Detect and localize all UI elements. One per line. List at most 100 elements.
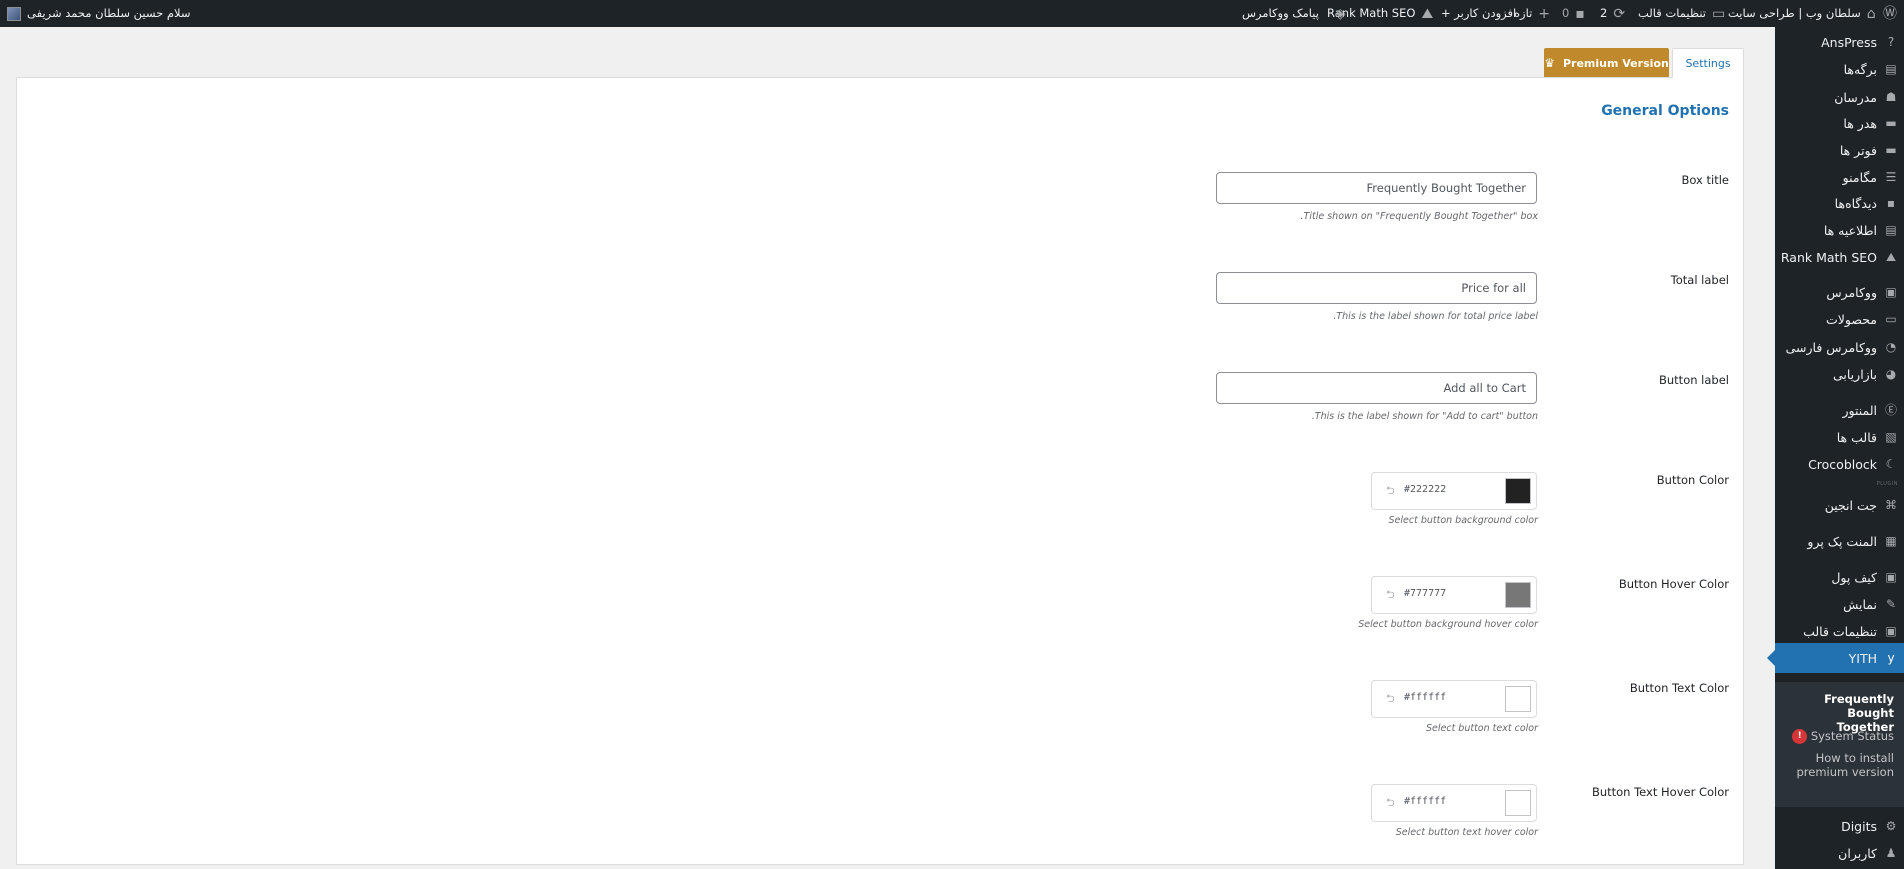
button-hover-color-hex: #777777 bbox=[1404, 588, 1447, 599]
sidebar-item-label: محصولات bbox=[1826, 311, 1877, 327]
sidebar-item-label: YITH bbox=[1848, 650, 1877, 666]
sidebar-item-elementor[interactable]: Ⓔ المنتور bbox=[1775, 398, 1904, 422]
button-text-hover-color-swatch[interactable] bbox=[1505, 790, 1531, 816]
button-label-label: Button label bbox=[1659, 373, 1729, 387]
tab-settings[interactable]: Settings bbox=[1672, 48, 1744, 78]
comments-link[interactable]: 0 ▪ bbox=[1562, 0, 1585, 27]
submenu-how-to-install[interactable]: How to install premium version bbox=[1794, 751, 1894, 779]
appearance-icon: ✎ bbox=[1885, 597, 1897, 611]
rankmath-icon: ⛰ bbox=[1421, 5, 1434, 22]
sidebar-item-label: دیدگاه‌ها bbox=[1834, 195, 1877, 211]
sidebar-item-wallet[interactable]: ▣ کیف پول bbox=[1775, 565, 1904, 589]
reset-icon[interactable]: ⮌ bbox=[1386, 482, 1395, 501]
button-text-color-description: Select button text color bbox=[1425, 723, 1538, 734]
reset-icon[interactable]: ⮌ bbox=[1386, 690, 1395, 709]
button-color-hex: #222222 bbox=[1404, 484, 1447, 495]
sidebar-item-digits[interactable]: ⚙ Digits bbox=[1775, 814, 1904, 838]
products-icon: ▭ bbox=[1885, 312, 1897, 326]
sidebar-item-label: تنظیمات قالب bbox=[1803, 623, 1877, 639]
sidebar-item-appearance[interactable]: ✎ نمایش bbox=[1775, 592, 1904, 616]
sidebar-item-marketing[interactable]: ◕ بازاریابی bbox=[1775, 362, 1904, 386]
button-text-color-picker[interactable]: ⮌ #ffffff bbox=[1371, 680, 1537, 718]
theme-settings-link[interactable]: تنظیمات قالب ▭ bbox=[1638, 0, 1725, 27]
button-hover-color-picker[interactable]: ⮌ #777777 bbox=[1371, 576, 1537, 614]
anspress-icon: ? bbox=[1887, 35, 1895, 49]
sidebar-item-footer[interactable]: ▬ فوتر ها bbox=[1775, 138, 1904, 162]
digits-icon: ⚙ bbox=[1885, 819, 1897, 833]
sidebar-item-comments[interactable]: ▪ دیدگاه‌ها bbox=[1775, 191, 1904, 215]
site-name-link[interactable]: سلطان وب | طراحی سایت ⌂ bbox=[1728, 0, 1876, 27]
add-user-link[interactable]: + افزودن کاربر bbox=[1441, 0, 1516, 27]
sidebar-item-crocoblock[interactable]: ☾ Crocoblock bbox=[1775, 452, 1904, 476]
reset-icon[interactable]: ⮌ bbox=[1386, 794, 1395, 813]
button-text-hover-color-hex: #ffffff bbox=[1404, 796, 1447, 807]
sidebar-item-rankmath[interactable]: ⛰ Rank Math SEO bbox=[1775, 245, 1904, 269]
sidebar-item-yith[interactable]: y YITH bbox=[1767, 643, 1904, 673]
sidebar-item-megamenu[interactable]: ☰ مگامنو bbox=[1775, 165, 1904, 189]
sidebar-item-users[interactable]: ♟ کاربران bbox=[1775, 841, 1904, 865]
sidebar-item-theme-settings[interactable]: ▣ تنظیمات قالب bbox=[1775, 619, 1904, 643]
sidebar-item-label: کیف پول bbox=[1831, 569, 1877, 585]
button-text-color-swatch[interactable] bbox=[1505, 686, 1531, 712]
my-account-link[interactable]: سلام حسین سلطان محمد شریفی bbox=[7, 0, 191, 27]
instructors-icon: ☗ bbox=[1885, 90, 1897, 104]
sidebar-item-products[interactable]: ▭ محصولات bbox=[1775, 307, 1904, 331]
comment-icon: ▪ bbox=[1575, 5, 1585, 22]
sidebar-item-header[interactable]: ▬ هدر ها bbox=[1775, 111, 1904, 135]
sidebar-item-jetengine[interactable]: ⌘ جت انجین bbox=[1775, 493, 1904, 517]
button-color-picker[interactable]: ⮌ #222222 bbox=[1371, 472, 1537, 510]
button-text-hover-color-picker[interactable]: ⮌ #ffffff bbox=[1371, 784, 1537, 822]
diamond-icon: ◈ bbox=[1334, 5, 1346, 22]
megamenu-icon: ☰ bbox=[1885, 170, 1897, 184]
button-label-description: .This is the label shown for "Add to car… bbox=[1311, 411, 1538, 422]
button-hover-color-description: Select button background hover color bbox=[1358, 619, 1538, 630]
sidebar-item-label: کاربران bbox=[1838, 845, 1877, 861]
sidebar-item-label: ووکامرس فارسی bbox=[1785, 339, 1877, 355]
sidebar-item-templates[interactable]: ▧ قالب ها bbox=[1775, 425, 1904, 449]
comments-icon: ▪ bbox=[1886, 196, 1896, 210]
sidebar-item-elementpack[interactable]: ▦ المنت پک پرو bbox=[1775, 529, 1904, 553]
button-hover-color-swatch[interactable] bbox=[1505, 582, 1531, 608]
total-label-label: Total label bbox=[1670, 273, 1729, 287]
button-label-input[interactable] bbox=[1216, 372, 1537, 404]
plus-icon: + bbox=[1538, 5, 1551, 22]
new-content-link[interactable]: تازه + bbox=[1514, 0, 1550, 27]
sidebar-item-woocommerce[interactable]: ▣ ووکامرس bbox=[1775, 280, 1904, 304]
sidebar-item-label: نمایش bbox=[1843, 596, 1877, 612]
sidebar-item-label: المنت پک پرو bbox=[1807, 533, 1877, 549]
sidebar-item-anspress[interactable]: ? AnsPress bbox=[1775, 30, 1904, 54]
sidebar-item-label: ووکامرس bbox=[1826, 284, 1877, 300]
rankmath-icon: ⛰ bbox=[1885, 250, 1897, 264]
sidebar-item-label: قالب ها bbox=[1836, 429, 1877, 445]
box-title-input[interactable] bbox=[1216, 172, 1537, 204]
wallet-icon: ▣ bbox=[1885, 570, 1897, 584]
sidebar-item-label: اطلاعیه ها bbox=[1823, 222, 1877, 238]
button-text-color-hex: #ffffff bbox=[1404, 692, 1447, 703]
sidebar-item-label: مگامنو bbox=[1842, 169, 1877, 185]
sidebar-item-label: هدر ها bbox=[1843, 115, 1877, 131]
theme-settings-icon: ▣ bbox=[1885, 624, 1897, 638]
yith-icon: y bbox=[1887, 651, 1895, 665]
wordpress-logo-icon[interactable]: Ⓦ bbox=[1883, 0, 1897, 27]
site-name: سلطان وب | طراحی سایت bbox=[1728, 6, 1861, 20]
updates-link[interactable]: 2 ⟳ bbox=[1600, 0, 1625, 27]
box-title-description: .Title shown on "Frequently Bought Toget… bbox=[1300, 211, 1538, 222]
sidebar-item-instructors[interactable]: ☗ مدرسان bbox=[1775, 85, 1904, 109]
sms-link[interactable]: پیامک ووکامرس ◈ bbox=[1242, 0, 1346, 27]
sidebar-item-pages[interactable]: ▤ برگه‌ها bbox=[1775, 57, 1904, 81]
sidebar-item-notices[interactable]: ▤ اطلاعیه ها bbox=[1775, 218, 1904, 242]
button-color-swatch[interactable] bbox=[1505, 478, 1531, 504]
tab-premium-version[interactable]: ♛ Premium Version bbox=[1544, 48, 1669, 78]
marketing-icon: ◕ bbox=[1885, 367, 1897, 381]
updates-count: 2 bbox=[1600, 6, 1608, 20]
reset-icon[interactable]: ⮌ bbox=[1386, 586, 1395, 605]
total-label-description: .This is the label shown for total price… bbox=[1333, 311, 1538, 322]
active-arrow bbox=[1767, 650, 1775, 666]
submenu-frequently-bought-together[interactable]: Frequently Bought Together bbox=[1794, 692, 1894, 734]
submenu-system-status[interactable]: ! System Status bbox=[1792, 729, 1894, 744]
sidebar-item-woo-persian[interactable]: ◔ ووکامرس فارسی bbox=[1775, 335, 1904, 359]
users-icon: ♟ bbox=[1885, 846, 1897, 860]
yith-submenu: Frequently Bought Together ! System Stat… bbox=[1775, 682, 1904, 807]
avatar bbox=[7, 6, 21, 21]
total-label-input[interactable] bbox=[1216, 272, 1537, 304]
